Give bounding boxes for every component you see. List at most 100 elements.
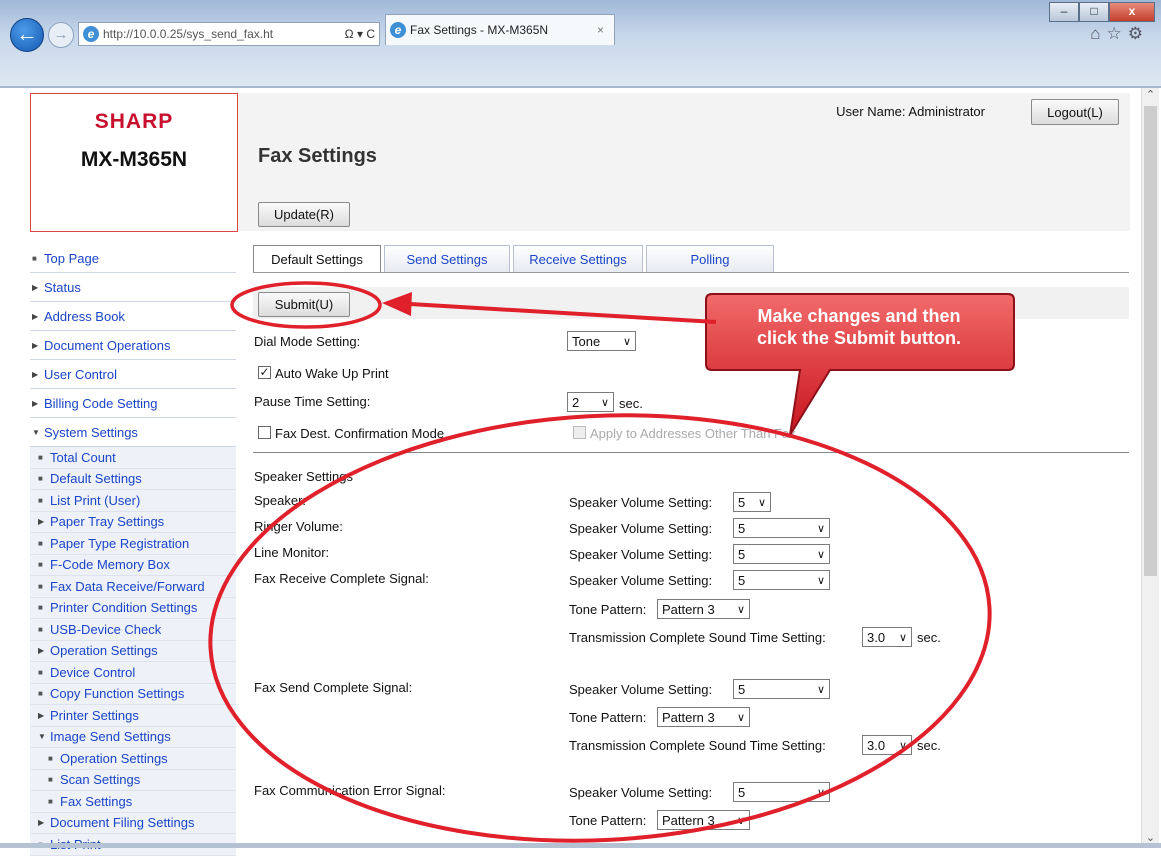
model-name: MX-M365N: [80, 148, 188, 171]
receive-time-select[interactable]: 3.0 ∨: [862, 627, 912, 647]
sidebar-item-document-operations[interactable]: ▶ Document Operations: [30, 331, 236, 360]
update-button[interactable]: Update(R): [258, 202, 350, 227]
sidebar-item-billing-code[interactable]: ▶ Billing Code Setting: [30, 389, 236, 418]
auto-wake-label: Auto Wake Up Print: [275, 366, 389, 381]
sidebar-sub-label: Image Send Settings: [50, 729, 171, 745]
tab-send-settings[interactable]: Send Settings: [384, 245, 510, 272]
address-bar[interactable]: e http://10.0.0.25/sys_send_fax.ht Ω ▾ C: [78, 22, 380, 46]
sidebar-sub-label: Paper Type Registration: [50, 535, 190, 551]
sidebar-sub-usb-check[interactable]: ■ USB-Device Check: [30, 619, 236, 641]
auto-wake-checkbox[interactable]: ✓: [258, 366, 271, 379]
chevron-down-icon: ∨: [757, 496, 766, 509]
tab-receive-settings[interactable]: Receive Settings: [513, 245, 643, 272]
sidebar-sub-operation-settings[interactable]: ▶ Operation Settings: [30, 640, 236, 662]
triangle-right-icon: ▶: [38, 710, 45, 720]
sidebar-item-label: User Control: [44, 366, 117, 382]
fax-dest-checkbox[interactable]: [258, 426, 271, 439]
close-window-button[interactable]: x: [1109, 2, 1155, 22]
receive-volume-label: Speaker Volume Setting:: [569, 573, 713, 588]
send-tone-label: Tone Pattern:: [569, 710, 647, 725]
sidebar-sub-image-operation[interactable]: ■ Operation Settings: [30, 748, 236, 770]
section-separator: [253, 452, 1129, 453]
send-signal-label: Fax Send Complete Signal:: [254, 680, 413, 695]
address-url[interactable]: http://10.0.0.25/sys_send_fax.ht: [103, 27, 341, 41]
tab-default-settings[interactable]: Default Settings: [253, 245, 381, 273]
sidebar-sub-fcode[interactable]: ■ F-Code Memory Box: [30, 554, 236, 576]
send-tone-select[interactable]: Pattern 3 ∨: [657, 707, 750, 727]
pause-time-value: 2: [572, 394, 580, 410]
receive-tone-select[interactable]: Pattern 3 ∨: [657, 599, 750, 619]
dial-mode-value: Tone: [572, 333, 601, 349]
ringer-volume-select[interactable]: 5 ∨: [733, 518, 830, 538]
error-volume-label: Speaker Volume Setting:: [569, 785, 713, 800]
receive-volume-value: 5: [738, 572, 746, 588]
sidebar-item-address-book[interactable]: ▶ Address Book: [30, 302, 236, 331]
callout-text: Make changes and then click the Submit b…: [714, 305, 1004, 349]
sidebar-sub-paper-tray[interactable]: ▶ Paper Tray Settings: [30, 511, 236, 533]
submit-button[interactable]: Submit(U): [258, 292, 350, 317]
toolbar-icons[interactable]: ⌂☆⚙: [1090, 24, 1149, 44]
sidebar-sub-label: Operation Settings: [50, 643, 158, 659]
sidebar-sub-default-settings[interactable]: ■ Default Settings: [30, 468, 236, 490]
sidebar-item-label: Document Operations: [44, 337, 171, 353]
forward-button[interactable]: →: [48, 22, 74, 48]
window-bottom-edge: [0, 843, 1161, 848]
tab-close-icon[interactable]: ×: [597, 23, 604, 37]
sidebar-item-status[interactable]: ▶ Status: [30, 273, 236, 302]
sidebar-sub-label: Operation Settings: [60, 750, 168, 766]
pause-time-label: Pause Time Setting:: [254, 394, 371, 409]
send-time-select[interactable]: 3.0 ∨: [862, 735, 912, 755]
tab-polling[interactable]: Polling: [646, 245, 774, 272]
chevron-down-icon: ∨: [736, 603, 745, 616]
sidebar-sub-image-send[interactable]: ▼ Image Send Settings: [30, 726, 236, 748]
sidebar-sub-printer-settings[interactable]: ▶ Printer Settings: [30, 705, 236, 727]
error-tone-value: Pattern 3: [662, 812, 715, 828]
address-controls[interactable]: Ω ▾ C: [341, 27, 379, 41]
sidebar-sub-fax-data[interactable]: ■ Fax Data Receive/Forward: [30, 576, 236, 598]
settings-highlight-ellipse: [208, 413, 992, 843]
sidebar-item-label: System Settings: [44, 424, 138, 440]
dial-mode-select[interactable]: Tone ∨: [567, 331, 636, 351]
square-bullet-icon: ■: [48, 753, 53, 763]
chrome-divider: [0, 86, 1161, 88]
receive-time-unit: sec.: [917, 630, 941, 645]
pause-time-select[interactable]: 2 ∨: [567, 392, 614, 412]
speaker-volume-select[interactable]: 5 ∨: [733, 492, 771, 512]
browser-tab[interactable]: e Fax Settings - MX-M365N ×: [385, 14, 615, 45]
square-bullet-icon: ■: [38, 603, 43, 613]
sidebar-sub-scan-settings[interactable]: ■ Scan Settings: [30, 769, 236, 791]
square-bullet-icon: ■: [38, 624, 43, 634]
sidebar-sub-total-count[interactable]: ■ Total Count: [30, 447, 236, 469]
scroll-thumb[interactable]: [1144, 106, 1157, 576]
sidebar-sub-device-control[interactable]: ■ Device Control: [30, 662, 236, 684]
receive-volume-select[interactable]: 5 ∨: [733, 570, 830, 590]
sidebar-sub-document-filing[interactable]: ▶ Document Filing Settings: [30, 812, 236, 834]
send-volume-select[interactable]: 5 ∨: [733, 679, 830, 699]
receive-tone-value: Pattern 3: [662, 601, 715, 617]
ringer-speaker-volume-label: Speaker Volume Setting:: [569, 521, 713, 536]
sidebar-sub-fax-settings[interactable]: ■ Fax Settings: [30, 791, 236, 813]
error-tone-select[interactable]: Pattern 3 ∨: [657, 810, 750, 830]
sidebar-sub-copy-function[interactable]: ■ Copy Function Settings: [30, 683, 236, 705]
square-bullet-icon: ■: [38, 667, 43, 677]
sidebar-sub-label: List Print (User): [50, 492, 141, 508]
maximize-button[interactable]: □: [1079, 2, 1109, 22]
line-monitor-volume-select[interactable]: 5 ∨: [733, 544, 830, 564]
sidebar-sub-paper-type[interactable]: ■ Paper Type Registration: [30, 533, 236, 555]
send-volume-label: Speaker Volume Setting:: [569, 682, 713, 697]
logout-button[interactable]: Logout(L): [1031, 99, 1119, 125]
sidebar-sub-label: Printer Condition Settings: [50, 600, 198, 616]
sidebar-item-system-settings[interactable]: ▼ System Settings: [30, 418, 236, 447]
speaker-volume-value: 5: [738, 494, 746, 510]
sidebar-sub-printer-condition[interactable]: ■ Printer Condition Settings: [30, 597, 236, 619]
minimize-button[interactable]: –: [1049, 2, 1079, 22]
sidebar-sub-label: Copy Function Settings: [50, 686, 185, 702]
settings-tabs: Default Settings Send Settings Receive S…: [253, 245, 777, 273]
vertical-scrollbar[interactable]: ⌃ ⌄: [1141, 88, 1159, 848]
error-volume-select[interactable]: 5 ∨: [733, 782, 830, 802]
sidebar-item-top-page[interactable]: ■ Top Page: [30, 244, 236, 273]
scroll-up-icon[interactable]: ⌃: [1142, 88, 1159, 105]
back-button[interactable]: ←: [10, 18, 44, 52]
sidebar-item-user-control[interactable]: ▶ User Control: [30, 360, 236, 389]
sidebar-sub-list-print-user[interactable]: ■ List Print (User): [30, 490, 236, 512]
